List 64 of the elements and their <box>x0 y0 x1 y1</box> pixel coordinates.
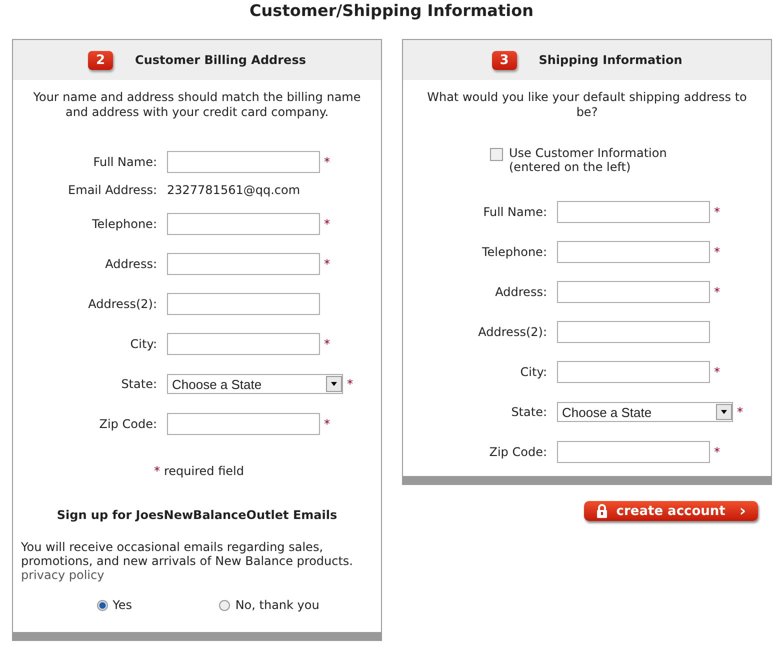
input-field[interactable] <box>167 293 320 315</box>
field-label: Full Name: <box>92 155 157 169</box>
input-field[interactable] <box>167 151 320 173</box>
field-label: Telephone: <box>91 217 157 231</box>
field-label: Telephone: <box>481 245 547 259</box>
radio-button[interactable] <box>96 600 108 610</box>
input-field[interactable] <box>557 241 710 263</box>
field-label: Address: <box>494 285 547 299</box>
radio-label[interactable]: Yes <box>112 598 132 612</box>
state-dropdown[interactable]: Choose a State <box>557 402 733 422</box>
required-asterisk: * <box>324 417 330 431</box>
dropdown-icon[interactable] <box>326 376 342 392</box>
panel-heading: Customer Billing Address <box>135 53 306 67</box>
signup-heading: Sign up for JoesNewBalanceOutlet Emails <box>56 508 338 522</box>
field-label: City: <box>519 365 547 379</box>
field-label: Address(2): <box>477 325 547 339</box>
field-label: Address: <box>104 257 157 271</box>
input-field[interactable] <box>167 213 320 235</box>
field-label: Full Name: <box>482 205 547 219</box>
required-asterisk: * <box>324 337 330 351</box>
required-asterisk: * <box>324 217 330 231</box>
input-field[interactable] <box>167 253 320 275</box>
required-asterisk: * <box>714 245 720 259</box>
panel-heading: Shipping Information <box>538 53 682 67</box>
field-label: State: <box>510 405 547 419</box>
radio-label[interactable]: No, thank you <box>235 598 320 612</box>
required-asterisk: * <box>324 155 330 169</box>
step-badge: 2 <box>88 50 114 70</box>
required-asterisk: * <box>737 405 743 419</box>
checkbox-label[interactable]: Use Customer Information (entered on the left) <box>509 146 684 174</box>
field-value: 2327781561@qq.com <box>167 183 300 197</box>
checkbox[interactable] <box>490 148 503 161</box>
field-label: City: <box>129 337 157 351</box>
create-account-button[interactable]: create account › <box>584 501 758 521</box>
field-label: Zip Code: <box>488 445 547 459</box>
input-field[interactable] <box>167 413 320 435</box>
privacy-link[interactable]: privacy policy <box>21 568 104 582</box>
required-asterisk: * <box>714 445 720 459</box>
state-dropdown[interactable]: Choose a State <box>167 374 343 394</box>
required-asterisk: * <box>714 365 720 379</box>
intro-text: Your name and address should match the billing name and address with your credit card company. <box>32 90 362 120</box>
radio-button[interactable] <box>219 600 230 610</box>
input-field[interactable] <box>557 361 710 383</box>
field-label: State: <box>120 377 157 391</box>
required-asterisk: * <box>714 285 720 299</box>
required-asterisk: * <box>714 205 720 219</box>
step-badge: 3 <box>492 50 517 70</box>
field-label: Email Address: <box>67 183 157 197</box>
intro-text: What would you like your default shipping address to be? <box>426 90 748 120</box>
required-asterisk: * <box>324 257 330 271</box>
dropdown-icon[interactable] <box>716 404 732 420</box>
lock-icon <box>596 504 608 518</box>
input-field[interactable] <box>557 281 710 303</box>
field-label: Address(2): <box>87 297 157 311</box>
required-note: required field <box>164 464 244 478</box>
page-title: Customer/Shipping Information <box>248 0 534 22</box>
signup-text: You will receive occasional emails regarding sales, promotions, and new arrivals of New Balance products. <box>21 540 353 568</box>
input-field[interactable] <box>167 333 320 355</box>
input-field[interactable] <box>557 201 710 223</box>
field-label: Zip Code: <box>98 417 157 431</box>
required-asterisk: * <box>154 464 160 478</box>
input-field[interactable] <box>557 441 710 463</box>
input-field[interactable] <box>557 321 710 343</box>
required-asterisk: * <box>347 377 353 391</box>
